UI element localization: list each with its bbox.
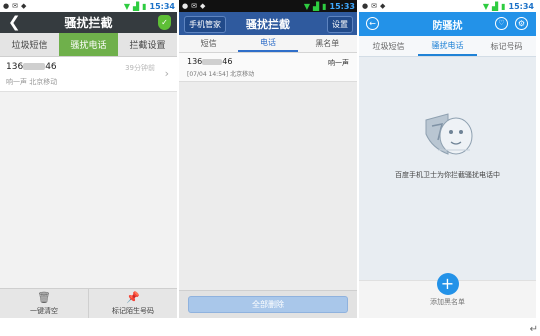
mascot-shield-icon xyxy=(425,113,472,155)
corner-arrow-icon: ↵ xyxy=(529,324,538,335)
bottom-bar: + 添加黑名单 xyxy=(359,273,536,318)
status-time: 15:34 xyxy=(508,1,534,11)
signal-icon: ▟ xyxy=(491,1,499,11)
status-bar: ● ✉ ◆ ▼ ▟ ▮ 15:33 xyxy=(179,0,357,12)
call-time: 39分钟前 xyxy=(125,64,155,72)
notification-icon: ◆ xyxy=(199,2,206,10)
panel-2-phone-manager: ● ✉ ◆ ▼ ▟ ▮ 15:33 手机管家 骚扰拦截 设置 短信 电话 黑名单… xyxy=(179,0,357,318)
panel-3-anti-harassment: ● ✉ ◆ ▼ ▟ ▮ 15:34 ← 防骚扰 ♡ ⚙ 垃圾短信 骚扰电话 标记… xyxy=(359,0,536,318)
notification-icon: ✉ xyxy=(191,2,197,10)
status-bar: ● ✉ ◆ ▼ ▟ ▮ 15:34 xyxy=(359,0,536,12)
battery-icon: ▮ xyxy=(322,1,327,11)
page-title: 防骚扰 xyxy=(432,20,463,32)
tab-bar: 垃圾短信 骚扰电话 拦截设置 xyxy=(0,33,177,57)
notification-icon: ✉ xyxy=(12,2,18,10)
shield-icon[interactable]: ✓ xyxy=(158,15,171,30)
notification-icon: ◆ xyxy=(20,2,27,10)
signal-icon: ▟ xyxy=(132,1,140,11)
back-icon[interactable]: ❮ xyxy=(8,13,21,31)
status-right: ▼ ▟ ▮ 15:34 xyxy=(483,2,534,11)
signal-icon: ▟ xyxy=(312,1,320,11)
delete-all-button[interactable]: 全部删除 xyxy=(188,296,348,313)
empty-message: 百度手机卫士为你拦截骚扰电话中 xyxy=(395,171,500,179)
wifi-icon: ▼ xyxy=(482,1,489,11)
page-title: 骚扰拦截 xyxy=(64,16,113,30)
call-tag: 响一声 xyxy=(328,59,349,67)
wifi-icon: ▼ xyxy=(303,1,310,11)
settings-icon[interactable]: ⚙ xyxy=(515,17,528,30)
mark-stranger-button[interactable]: 📌 标记陌生号码 xyxy=(88,289,177,318)
empty-state: 百度手机卫士为你拦截骚扰电话中 xyxy=(359,110,536,180)
tab-bar: 垃圾短信 骚扰电话 标记号码 xyxy=(359,36,536,57)
panel-1-harassment-block: ● ✉ ◆ ▼ ▟ ▮ 15:34 ❮ 骚扰拦截 ✓ 垃圾短信 骚扰电话 拦截设… xyxy=(0,0,177,318)
tab-bar: 短信 电话 黑名单 xyxy=(179,35,357,53)
wifi-icon: ▼ xyxy=(123,1,130,11)
tab-spam-sms[interactable]: 垃圾短信 xyxy=(0,33,59,56)
notification-icon: ● xyxy=(3,2,10,10)
status-icons: ● ✉ ◆ xyxy=(3,2,26,10)
back-icon[interactable]: ← xyxy=(366,17,379,30)
phone-number: 136 46 xyxy=(187,57,233,66)
status-time: 15:34 xyxy=(149,1,175,11)
status-right: ▼ ▟ ▮ 15:34 xyxy=(124,2,175,11)
blurred-digits xyxy=(202,58,223,65)
tab-harassment-calls[interactable]: 骚扰电话 xyxy=(59,33,118,56)
tab-harassment-calls[interactable]: 骚扰电话 xyxy=(418,36,477,56)
add-blacklist-label: 添加黑名单 xyxy=(430,298,465,306)
notification-icon: ● xyxy=(362,2,369,10)
status-icons: ● ✉ ◆ xyxy=(362,2,385,10)
tab-blacklist[interactable]: 黑名单 xyxy=(298,35,357,52)
header: ❮ 骚扰拦截 ✓ xyxy=(0,12,177,33)
settings-button[interactable]: 设置 xyxy=(327,16,353,33)
page-title: 骚扰拦截 xyxy=(246,17,290,31)
notification-icon: ◆ xyxy=(379,2,386,10)
call-log-row[interactable]: 136 46 [07/04 14:54] 北京移动 响一声 xyxy=(179,53,357,82)
status-right: ▼ ▟ ▮ 15:33 xyxy=(304,2,355,11)
header: 手机管家 骚扰拦截 设置 xyxy=(179,12,357,35)
status-time: 15:33 xyxy=(329,1,355,11)
tab-block-settings[interactable]: 拦截设置 xyxy=(118,33,177,56)
phone-manager-button[interactable]: 手机管家 xyxy=(184,16,226,33)
notification-icon: ✉ xyxy=(371,2,377,10)
chevron-right-icon: › xyxy=(164,67,169,80)
bottom-bar: 🗑 一键清空 📌 标记陌生号码 xyxy=(0,288,177,318)
blurred-digits xyxy=(23,63,46,70)
battery-icon: ▮ xyxy=(142,1,147,11)
call-log-row[interactable]: 136 46 响一声 北京移动 39分钟前 › xyxy=(0,57,177,92)
notification-icon: ● xyxy=(182,2,189,10)
status-icons: ● ✉ ◆ xyxy=(182,2,205,10)
trash-icon: 🗑 xyxy=(37,290,51,304)
status-bar: ● ✉ ◆ ▼ ▟ ▮ 15:34 xyxy=(0,0,177,12)
add-blacklist-button[interactable]: + xyxy=(436,273,459,295)
bottom-bar: 全部删除 xyxy=(179,290,357,318)
battery-icon: ▮ xyxy=(501,1,506,11)
tab-sms[interactable]: 短信 xyxy=(179,35,238,52)
clear-all-button[interactable]: 🗑 一键清空 xyxy=(0,289,88,318)
pin-icon: 📌 xyxy=(126,290,140,304)
tab-phone[interactable]: 电话 xyxy=(238,35,298,52)
tab-spam-sms[interactable]: 垃圾短信 xyxy=(359,36,418,56)
header: ← 防骚扰 ♡ ⚙ xyxy=(359,12,536,36)
call-detail: [07/04 14:54] 北京移动 xyxy=(187,71,255,78)
shield-icon[interactable]: ♡ xyxy=(495,17,508,30)
call-detail: 响一声 北京移动 xyxy=(6,78,58,86)
tab-marked-numbers[interactable]: 标记号码 xyxy=(477,36,536,56)
